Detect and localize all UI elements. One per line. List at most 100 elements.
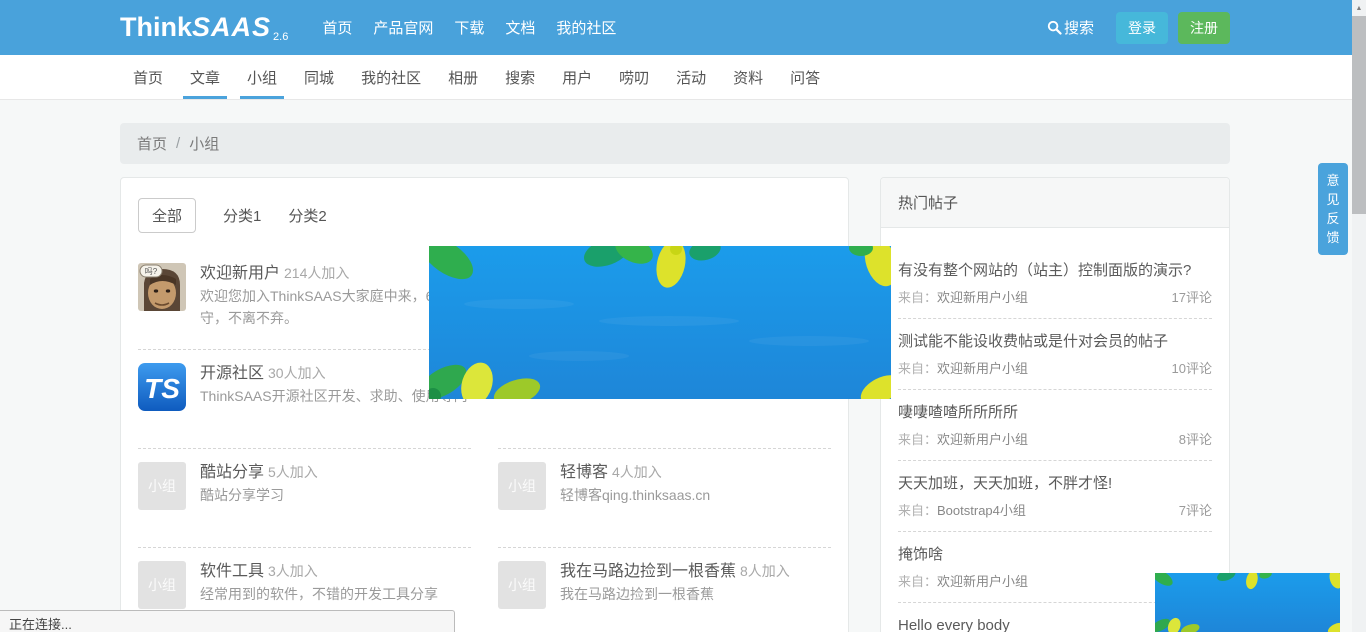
post-from-label: 来自： <box>898 289 937 307</box>
search-icon <box>1047 20 1062 35</box>
group-list-item[interactable]: 吗? 欢迎新用户214人加入 欢迎您加入ThinkSAAS大家庭中来，6年来如 … <box>138 263 471 350</box>
brand-logo[interactable]: ThinkSAAS2.6 <box>120 12 288 43</box>
topnav-item-home[interactable]: 首页 <box>322 17 352 38</box>
hot-post-item[interactable]: 啛啛喳喳所所所所 来自：欢迎新用户小组 8评论 <box>898 402 1212 461</box>
subnav-item-search[interactable]: 搜索 <box>492 55 548 99</box>
subnav-item-home[interactable]: 首页 <box>120 55 176 99</box>
group-member-count: 30人加入 <box>268 365 326 381</box>
post-from-label: 来自： <box>898 360 937 378</box>
hot-post-item[interactable]: 测试能不能设收费帖或是什对会员的帖子 来自：欢迎新用户小组 10评论 <box>898 331 1212 390</box>
group-list-item[interactable]: TS 开源社区30人加入 ThinkSAAS开源社区开发、求助、使用等内 <box>138 363 471 449</box>
group-member-count: 8人加入 <box>740 563 790 579</box>
breadcrumb: 首页 / 小组 <box>120 123 1230 164</box>
group-list-item[interactable]: 小组 酷站分享5人加入 酷站分享学习 <box>138 462 471 548</box>
tab-category-1[interactable]: 分类1 <box>223 205 261 226</box>
post-title[interactable]: 测试能不能设收费帖或是什对会员的帖子 <box>898 331 1212 352</box>
post-comment-count: 10评论 <box>1172 360 1212 378</box>
post-source-group[interactable]: 欢迎新用户小组 <box>937 431 1028 449</box>
brand-version: 2.6 <box>273 31 288 43</box>
group-member-count: 4人加入 <box>612 464 662 480</box>
divider <box>898 460 1212 461</box>
group-avatar-ts-logo[interactable]: TS <box>138 363 186 411</box>
subnav-item-groups[interactable]: 小组 <box>234 55 290 99</box>
divider <box>898 389 1212 390</box>
post-source-group[interactable]: 欢迎新用户小组 <box>937 360 1028 378</box>
hot-posts-panel: 热门帖子 有没有整个网站的（站主）控制面版的演示? 来自：欢迎新用户小组 17评… <box>880 177 1230 632</box>
post-title[interactable]: 有没有整个网站的（站主）控制面版的演示? <box>898 260 1212 281</box>
search-button[interactable]: 搜索 <box>1047 17 1094 38</box>
group-description: 经常用到的软件，不错的开发工具分享 <box>200 585 471 604</box>
group-description: 酷站分享学习 <box>200 486 471 505</box>
group-member-count: 5人加入 <box>268 464 318 480</box>
group-title[interactable]: 轻博客 <box>560 464 608 481</box>
breadcrumb-separator: / <box>176 135 180 152</box>
group-avatar-placeholder[interactable]: 小组 <box>498 561 546 609</box>
vertical-scrollbar[interactable]: ▲ <box>1352 0 1366 632</box>
scrollbar-thumb[interactable] <box>1352 16 1366 214</box>
group-title[interactable]: 我在马路边捡到一根香蕉 <box>560 563 736 580</box>
topnav-item-product-site[interactable]: 产品官网 <box>373 17 433 38</box>
subnav-item-chatter[interactable]: 唠叨 <box>606 55 662 99</box>
group-title[interactable]: 酷站分享 <box>200 464 264 481</box>
post-source-group[interactable]: 欢迎新用户小组 <box>937 573 1028 591</box>
divider <box>898 531 1212 532</box>
post-title[interactable]: 啛啛喳喳所所所所 <box>898 402 1212 423</box>
hot-posts-title: 热门帖子 <box>881 178 1229 228</box>
subnav-item-events[interactable]: 活动 <box>663 55 719 99</box>
tab-all[interactable]: 全部 <box>138 198 196 233</box>
post-source-group[interactable]: 欢迎新用户小组 <box>937 289 1028 307</box>
group-title[interactable]: 软件工具 <box>200 563 264 580</box>
tab-category-2[interactable]: 分类2 <box>288 205 326 226</box>
breadcrumb-current: 小组 <box>189 133 219 154</box>
topnav-item-my-community[interactable]: 我的社区 <box>556 17 616 38</box>
group-avatar-meme[interactable]: 吗? <box>138 263 186 311</box>
group-title[interactable]: 开源社区 <box>200 365 264 382</box>
group-title[interactable]: 欢迎新用户 <box>200 265 280 282</box>
subnav-item-users[interactable]: 用户 <box>549 55 605 99</box>
page: ThinkSAAS2.6 首页 产品官网 下载 文档 我的社区 搜索 登录 注册… <box>0 0 1366 632</box>
group-avatar-placeholder[interactable]: 小组 <box>138 462 186 510</box>
post-comment-count: 7评论 <box>1179 502 1212 520</box>
breadcrumb-home[interactable]: 首页 <box>137 133 167 154</box>
hot-post-item[interactable]: 天天加班，天天加班，不胖才怪! 来自：Bootstrap4小组 7评论 <box>898 473 1212 532</box>
group-description: 我在马路边捡到一根香蕉 <box>560 585 831 604</box>
subnav-item-qa[interactable]: 问答 <box>777 55 833 99</box>
subnav-item-resources[interactable]: 资料 <box>720 55 776 99</box>
meme-face-image: 吗? <box>138 263 186 311</box>
post-comment-count: 17评论 <box>1172 289 1212 307</box>
secondary-nav: 首页 文章 小组 同城 我的社区 相册 搜索 用户 唠叨 活动 资料 问答 <box>0 55 1366 100</box>
group-list-item[interactable]: 小组 轻博客4人加入 轻博客qing.thinksaas.cn <box>498 462 831 548</box>
leaf-banner-image-small <box>1155 573 1340 632</box>
ts-logo-image: TS <box>138 363 186 411</box>
topnav-links: 首页 产品官网 下载 文档 我的社区 <box>322 17 637 38</box>
leaf-banner-image-large <box>429 246 891 399</box>
scrollbar-up-arrow-icon[interactable]: ▲ <box>1352 0 1366 16</box>
svg-text:TS: TS <box>144 373 180 404</box>
hot-post-item[interactable]: 有没有整个网站的（站主）控制面版的演示? 来自：欢迎新用户小组 17评论 <box>898 260 1212 319</box>
browser-status-bar: 正在连接... <box>0 610 455 632</box>
group-avatar-placeholder[interactable]: 小组 <box>498 462 546 510</box>
topnav-item-download[interactable]: 下载 <box>454 17 484 38</box>
subnav-item-articles[interactable]: 文章 <box>177 55 233 99</box>
group-description: 轻博客qing.thinksaas.cn <box>560 486 831 505</box>
login-button[interactable]: 登录 <box>1116 12 1168 44</box>
topnav-item-docs[interactable]: 文档 <box>505 17 535 38</box>
post-title[interactable]: 天天加班，天天加班，不胖才怪! <box>898 473 1212 494</box>
post-title[interactable]: 掩饰啥 <box>898 544 1212 565</box>
register-button[interactable]: 注册 <box>1178 12 1230 44</box>
post-source-group[interactable]: Bootstrap4小组 <box>937 502 1026 520</box>
group-avatar-placeholder[interactable]: 小组 <box>138 561 186 609</box>
post-comment-count: 8评论 <box>1179 431 1212 449</box>
feedback-button[interactable]: 意 见 反 馈 <box>1318 163 1348 255</box>
svg-text:吗?: 吗? <box>145 267 158 276</box>
post-from-label: 来自： <box>898 502 937 520</box>
top-navbar: ThinkSAAS2.6 首页 产品官网 下载 文档 我的社区 搜索 登录 注册 <box>0 0 1366 55</box>
group-member-count: 3人加入 <box>268 563 318 579</box>
subnav-item-my-community[interactable]: 我的社区 <box>348 55 434 99</box>
post-from-label: 来自： <box>898 431 937 449</box>
subnav-item-albums[interactable]: 相册 <box>435 55 491 99</box>
group-member-count: 214人加入 <box>284 265 349 281</box>
group-list-item[interactable]: 小组 我在马路边捡到一根香蕉8人加入 我在马路边捡到一根香蕉 <box>498 561 831 632</box>
group-category-tabs: 全部 分类1 分类2 <box>138 198 831 233</box>
subnav-item-city[interactable]: 同城 <box>291 55 347 99</box>
